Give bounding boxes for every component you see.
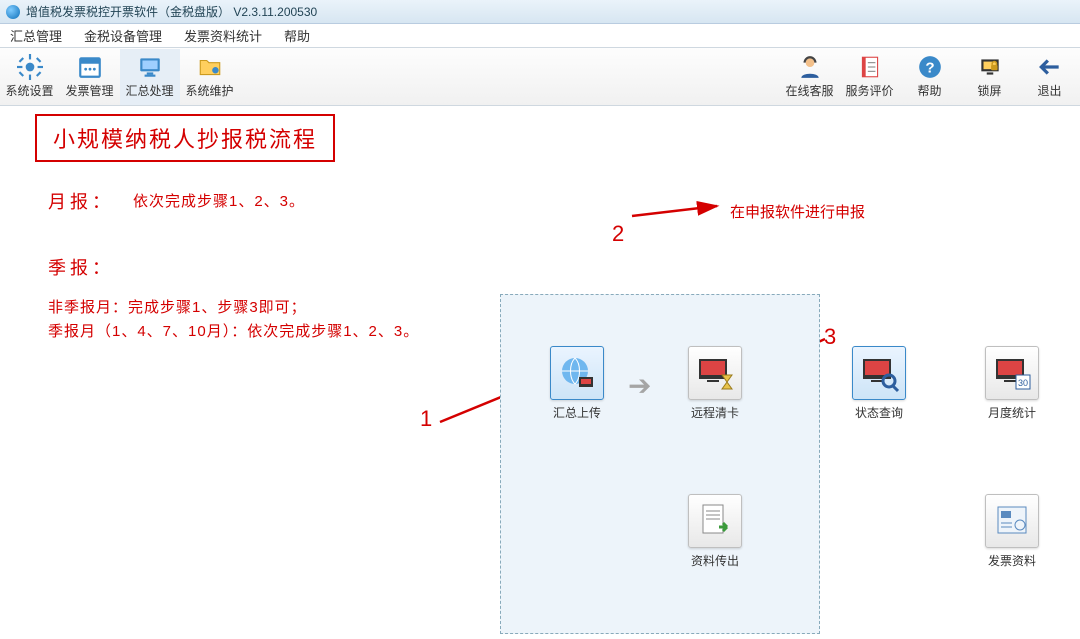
calendar-icon — [77, 54, 103, 80]
step-number-1: 1 — [420, 406, 432, 432]
menu-bar: 汇总管理 金税设备管理 发票资料统计 帮助 — [0, 24, 1080, 48]
tbtn-label: 发票管理 — [65, 82, 113, 99]
toolbar-left: 系统设置 发票管理 汇总处理 系统维护 — [0, 49, 240, 105]
folder-gear-icon — [197, 54, 223, 80]
card-upload[interactable] — [550, 346, 604, 400]
quarter-text1: 非季报月：完成步骤1、步骤3即可； — [48, 296, 307, 317]
tbtn-label: 退出 — [1037, 82, 1061, 99]
process-title-box: 小规模纳税人抄报税流程 — [35, 114, 335, 162]
tbtn-label: 系统维护 — [185, 82, 233, 99]
toolbar: 系统设置 发票管理 汇总处理 系统维护 在线客服 服务评价 ? 帮助 — [0, 48, 1080, 106]
tbtn-help[interactable]: ? 帮助 — [900, 49, 960, 105]
card-data-export[interactable] — [688, 494, 742, 548]
document-export-icon — [695, 501, 735, 541]
monthly-text: 依次完成步骤1、2、3。 — [133, 190, 305, 211]
monitor-calendar-icon: 30 — [992, 353, 1032, 393]
step-number-2: 2 — [612, 221, 624, 247]
tbtn-label: 帮助 — [917, 82, 941, 99]
app-icon — [6, 5, 20, 19]
tbtn-exit[interactable]: 退出 — [1020, 49, 1080, 105]
tbtn-label: 汇总处理 — [125, 82, 173, 99]
svg-text:?: ? — [925, 59, 934, 76]
tbtn-system-settings[interactable]: 系统设置 — [0, 49, 60, 105]
card-status-query-label: 状态查询 — [839, 404, 919, 421]
monitor-search-icon — [859, 353, 899, 393]
help-icon: ? — [917, 54, 943, 80]
window-titlebar: 增值税发票税控开票软件（金税盘版） V2.3.11.200530 — [0, 0, 1080, 24]
card-invoice-data-label: 发票资料 — [972, 552, 1052, 569]
notebook-icon — [857, 54, 883, 80]
menu-device[interactable]: 金税设备管理 — [84, 26, 162, 45]
arrow-step2 — [627, 198, 727, 223]
tbtn-online-service[interactable]: 在线客服 — [780, 49, 840, 105]
toolbar-right: 在线客服 服务评价 ? 帮助 锁屏 退出 — [780, 49, 1080, 105]
monitor-icon — [137, 54, 163, 80]
tbtn-lock[interactable]: 锁屏 — [960, 49, 1020, 105]
tbtn-label: 锁屏 — [977, 82, 1001, 99]
card-status-query[interactable] — [852, 346, 906, 400]
tbtn-invoice-mgmt[interactable]: 发票管理 — [60, 49, 120, 105]
tbtn-label: 服务评价 — [845, 82, 893, 99]
agent-icon — [797, 54, 823, 80]
content-area: 小规模纳税人抄报税流程 月报： 依次完成步骤1、2、3。 季报： 非季报月：完成… — [0, 106, 1080, 639]
lock-screen-icon — [977, 54, 1003, 80]
card-monthly-stats-label: 月度统计 — [972, 404, 1052, 421]
svg-text:30: 30 — [1018, 378, 1028, 388]
window-title: 增值税发票税控开票软件（金税盘版） V2.3.11.200530 — [26, 3, 317, 20]
card-data-export-label: 资料传出 — [675, 552, 755, 569]
step2-note: 在申报软件进行申报 — [730, 201, 865, 222]
menu-invoice[interactable]: 发票资料统计 — [184, 26, 262, 45]
tbtn-summary-process[interactable]: 汇总处理 — [120, 49, 180, 105]
card-invoice-data[interactable] — [985, 494, 1039, 548]
selection-area — [500, 294, 820, 634]
monthly-label: 月报： — [48, 188, 114, 214]
card-remote-clear[interactable] — [688, 346, 742, 400]
tbtn-system-maint[interactable]: 系统维护 — [180, 49, 240, 105]
card-monthly-stats[interactable]: 30 — [985, 346, 1039, 400]
quarter-text2: 季报月（1、4、7、10月）：依次完成步骤1、2、3。 — [48, 320, 419, 341]
invoice-doc-icon — [992, 501, 1032, 541]
card-remote-clear-label: 远程清卡 — [675, 404, 755, 421]
globe-upload-icon — [557, 353, 597, 393]
tbtn-service-rating[interactable]: 服务评价 — [840, 49, 900, 105]
menu-help[interactable]: 帮助 — [284, 26, 310, 45]
monitor-hourglass-icon — [695, 353, 735, 393]
tbtn-label: 系统设置 — [5, 82, 53, 99]
exit-icon — [1037, 54, 1063, 80]
menu-summary[interactable]: 汇总管理 — [10, 26, 62, 45]
flow-arrow-icon: ➔ — [628, 369, 651, 402]
card-upload-label: 汇总上传 — [537, 404, 617, 421]
gear-icon — [17, 54, 43, 80]
quarter-label: 季报： — [48, 254, 114, 280]
tbtn-label: 在线客服 — [785, 82, 833, 99]
